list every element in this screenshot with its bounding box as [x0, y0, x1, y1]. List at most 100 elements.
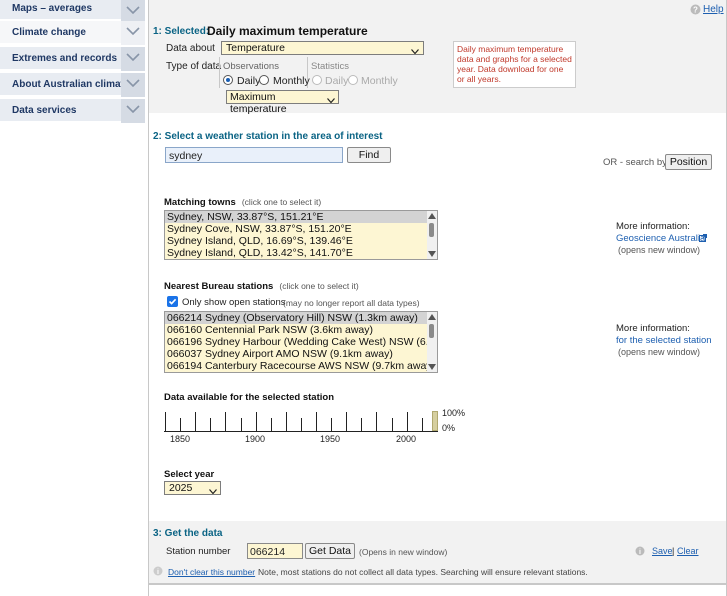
- matching-towns-list[interactable]: Sydney, NSW, 33.87°S, 151.21°E Sydney Co…: [164, 210, 438, 260]
- chevron-down-icon: [411, 45, 419, 57]
- year-label: 1950: [320, 434, 341, 444]
- chevron-down-icon: [327, 94, 335, 106]
- year-label: 1850: [170, 434, 191, 444]
- position-button[interactable]: Position: [665, 154, 712, 170]
- matching-towns-heading: Matching towns (click one to select it): [164, 196, 321, 208]
- sidebar-item-climate-change[interactable]: Climate change: [0, 21, 145, 45]
- timeline-tick: [361, 418, 363, 432]
- select-year-label: Select year: [164, 469, 215, 480]
- product-info-box: Daily maximum temperature data and graph…: [453, 41, 576, 88]
- selected-station-link[interactable]: for the selected station: [616, 335, 712, 346]
- scroll-down-icon: [428, 251, 436, 257]
- statistics-label: Statistics: [311, 61, 350, 72]
- list-item[interactable]: Sydney, NSW, 33.87°S, 151.21°E: [165, 211, 429, 223]
- sidebar-item-data-services[interactable]: Data services: [0, 99, 145, 123]
- data-about-label: Data about: [166, 43, 215, 54]
- opens-new-window-note: (opens new window): [618, 245, 701, 255]
- timeline-tick: [406, 412, 408, 432]
- list-item[interactable]: 066194 Canterbury Racecourse AWS NSW (9.…: [165, 360, 435, 372]
- data-about-select[interactable]: Temperature: [221, 41, 424, 55]
- chevron-down-icon[interactable]: [121, 99, 145, 123]
- clear-link[interactable]: Clear: [677, 546, 699, 556]
- chevron-down-icon[interactable]: [121, 73, 145, 97]
- sidebar-nav: Maps – averages Climate change Extremes …: [0, 0, 145, 123]
- sidebar-item-label: Climate change: [12, 27, 86, 38]
- data-about-value: Temperature: [226, 42, 285, 54]
- more-info-label: More information:: [616, 323, 690, 334]
- svg-text:i: i: [639, 549, 641, 556]
- obs-monthly-radio[interactable]: [259, 75, 269, 85]
- year-select[interactable]: 2025: [164, 481, 221, 495]
- get-data-button[interactable]: Get Data: [305, 543, 355, 559]
- only-open-hint: (may no longer report all data types): [283, 298, 420, 308]
- sidebar-item-extremes-records[interactable]: Extremes and records: [0, 47, 145, 71]
- nearest-stations-list[interactable]: 066214 Sydney (Observatory Hill) NSW (1.…: [164, 311, 438, 373]
- chevron-down-icon[interactable]: [121, 21, 145, 45]
- help-link[interactable]: Help: [703, 4, 724, 15]
- svg-text:?: ?: [693, 6, 698, 15]
- check-icon: [168, 298, 177, 305]
- sidebar-item-about-climate[interactable]: About Australian climate: [0, 73, 145, 97]
- nearest-stations-label: Nearest Bureau stations: [164, 281, 274, 292]
- stat-monthly-radio[interactable]: [348, 75, 358, 85]
- chevron-down-icon[interactable]: [121, 0, 145, 21]
- data-availability-timeline: [164, 408, 440, 432]
- nearest-stations-heading: Nearest Bureau stations (click one to se…: [164, 280, 359, 292]
- opens-new-window-note: (opens new window): [618, 347, 701, 357]
- timeline-tick: [285, 412, 287, 432]
- find-button[interactable]: Find: [347, 147, 391, 163]
- timeline-tick: [421, 418, 423, 432]
- product-info-text: Daily maximum temperature data and graph…: [457, 44, 572, 84]
- stat-daily-label: Daily: [325, 75, 349, 87]
- stat-daily-radio[interactable]: [312, 75, 322, 85]
- station-number-input[interactable]: 066214: [247, 543, 303, 559]
- chevron-down-icon: [209, 485, 217, 497]
- obs-daily-radio[interactable]: [223, 75, 233, 85]
- timeline-tick: [316, 412, 317, 432]
- list-item[interactable]: Sydney Island, QLD, 13.42°S, 141.70°E: [165, 247, 429, 259]
- dont-clear-link[interactable]: Don't clear this number: [168, 567, 255, 577]
- sidebar-item-maps-averages[interactable]: Maps – averages: [0, 0, 145, 21]
- divider: [219, 57, 220, 88]
- availability-bar: [432, 411, 438, 431]
- more-info-label: More information:: [616, 221, 690, 232]
- sidebar-item-label: About Australian climate: [12, 79, 130, 90]
- scroll-thumb[interactable]: [429, 324, 434, 338]
- help-icon[interactable]: ?: [690, 4, 701, 18]
- matching-towns-hint: (click one to select it): [241, 197, 322, 207]
- list-item[interactable]: 066214 Sydney (Observatory Hill) NSW (1.…: [165, 312, 429, 324]
- element-select[interactable]: Maximum temperature: [226, 90, 339, 115]
- only-open-checkbox[interactable]: [167, 296, 178, 307]
- timeline-tick: [346, 412, 348, 432]
- opens-new-window-note: (Opens in new window): [359, 547, 448, 557]
- geoscience-link[interactable]: Geoscience Australia: [616, 233, 705, 244]
- scrollbar[interactable]: [427, 312, 437, 372]
- year-label: 2000: [396, 434, 417, 444]
- step3-title: 3: Get the data: [153, 528, 223, 539]
- list-item[interactable]: Sydney Island, QLD, 16.69°S, 139.46°E: [165, 235, 429, 247]
- observations-label: Observations: [223, 61, 279, 72]
- scroll-thumb[interactable]: [429, 223, 434, 237]
- timeline-tick: [180, 418, 182, 432]
- info-icon[interactable]: i: [635, 546, 645, 559]
- list-item[interactable]: 066037 Sydney Airport AMO NSW (9.1km awa…: [165, 348, 429, 360]
- svg-text:i: i: [157, 569, 159, 576]
- list-item[interactable]: Sydney Cove, NSW, 33.87°S, 151.20°E: [165, 223, 429, 235]
- chevron-down-icon[interactable]: [121, 47, 145, 71]
- scroll-down-icon: [428, 364, 436, 370]
- timeline-tick: [270, 418, 272, 432]
- sidebar-item-label: Data services: [12, 105, 77, 116]
- year-value: 2025: [169, 482, 193, 494]
- scrollbar[interactable]: [427, 211, 437, 259]
- save-link[interactable]: Save: [652, 546, 673, 556]
- pct-100-label: 100%: [442, 408, 466, 418]
- obs-monthly-label: Monthly: [273, 75, 310, 87]
- link-separator: |: [672, 546, 675, 556]
- list-item[interactable]: 066160 Centennial Park NSW (3.6km away): [165, 324, 429, 336]
- only-open-label: Only show open stations: [182, 297, 286, 308]
- list-item[interactable]: 066196 Sydney Harbour (Wedding Cake West…: [165, 336, 429, 348]
- matching-towns-label: Matching towns: [164, 197, 236, 208]
- town-search-input[interactable]: sydney: [165, 147, 343, 163]
- data-available-label: Data available for the selected station: [164, 392, 335, 403]
- or-search-by-label: OR - search by: [603, 157, 667, 168]
